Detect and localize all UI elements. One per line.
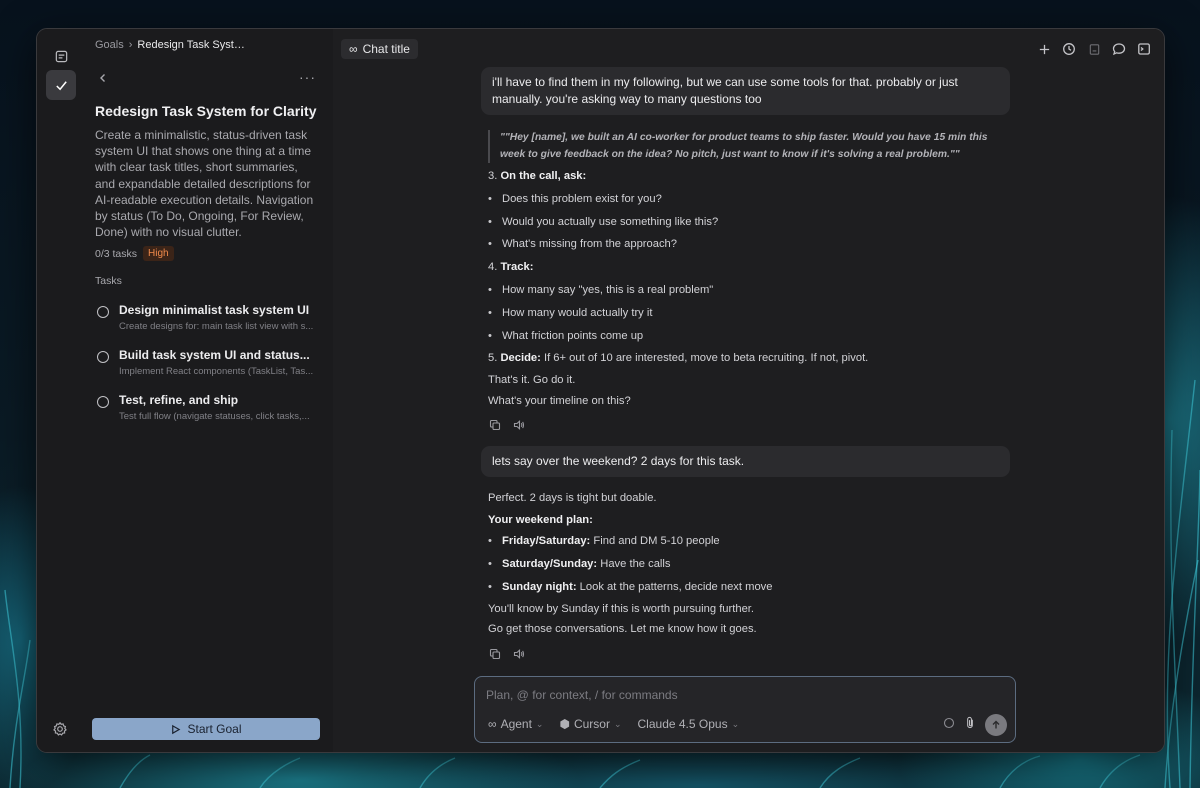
breadcrumb-current: Redesign Task Syst… xyxy=(137,39,245,51)
cube-icon: ⬢ xyxy=(559,717,570,731)
mode-label: Agent xyxy=(500,717,532,731)
user-message: i'll have to find them in my following, … xyxy=(481,67,1010,115)
chevron-right-icon: › xyxy=(128,39,133,51)
agent-mode-select[interactable]: ∞ Agent ⌄ xyxy=(488,717,543,731)
plan-heading-text: Your weekend plan: xyxy=(488,514,593,526)
task-status-circle-icon[interactable] xyxy=(97,396,109,408)
task-title: Build task system UI and status... xyxy=(119,348,310,362)
speaker-icon[interactable] xyxy=(513,418,525,436)
model-select[interactable]: Claude 4.5 Opus ⌄ xyxy=(638,717,740,731)
back-chevron-icon[interactable] xyxy=(97,71,109,89)
step-heading: Decide: xyxy=(500,352,541,364)
app-window: Goals › Redesign Task Syst… ··· Redesign… xyxy=(36,28,1165,753)
list-item: Would you actually use something like th… xyxy=(488,216,718,228)
notes-icon[interactable] xyxy=(46,41,76,71)
chat-toolbar xyxy=(1036,41,1152,57)
tasks-heading: Tasks xyxy=(95,275,122,287)
copy-icon[interactable] xyxy=(489,647,501,665)
chevron-down-icon: ⌄ xyxy=(613,718,622,729)
task-title: Test, refine, and ship xyxy=(119,393,239,407)
list-item: How many say "yes, this is a real proble… xyxy=(488,284,713,296)
chat-bubble-icon[interactable] xyxy=(1111,41,1127,57)
step-number: 3. xyxy=(488,170,498,182)
task-summary: Create designs for: main task list view … xyxy=(119,321,314,332)
task-count: 0/3 tasks xyxy=(95,247,138,260)
plan-text: Find and DM 5-10 people xyxy=(590,535,720,547)
provider-select[interactable]: ⬢ Cursor ⌄ xyxy=(559,717,621,731)
provider-label: Cursor xyxy=(573,717,610,731)
step-4: 4. Track: xyxy=(488,261,533,273)
list-item: How many would actually try it xyxy=(488,307,652,319)
step-5: 5. Decide: If 6+ out of 10 are intereste… xyxy=(488,352,868,364)
outro-text: That's it. Go do it. xyxy=(488,374,576,386)
start-goal-label: Start Goal xyxy=(187,722,242,736)
history-clock-icon[interactable] xyxy=(1061,41,1077,57)
list-item: Saturday/Sunday: Have the calls xyxy=(488,558,671,570)
status-circle-icon[interactable] xyxy=(943,716,955,734)
composer-input[interactable]: Plan, @ for context, / for commands xyxy=(486,688,678,702)
plus-icon[interactable] xyxy=(1036,41,1052,57)
chat-title: Chat title xyxy=(362,42,410,56)
model-label: Claude 4.5 Opus xyxy=(637,717,728,731)
goal-description: Create a minimalistic, status-driven tas… xyxy=(95,128,314,240)
closing-text: Go get those conversations. Let me know … xyxy=(488,623,757,635)
message-composer[interactable]: Plan, @ for context, / for commands ∞ Ag… xyxy=(474,676,1016,743)
step-number: 5. xyxy=(488,352,498,364)
list-item: What's missing from the approach? xyxy=(488,238,677,250)
task-title: Design minimalist task system UI xyxy=(119,303,310,317)
quote-block: ""Hey [name], we built an AI co-worker f… xyxy=(488,130,1003,163)
task-summary: Test full flow (navigate statuses, click… xyxy=(119,411,310,422)
list-item: What friction points come up xyxy=(488,330,643,342)
step-heading: Track: xyxy=(500,261,534,273)
plan-day: Sunday night: xyxy=(502,581,577,593)
plan-day: Saturday/Sunday: xyxy=(502,558,598,570)
priority-badge: High xyxy=(143,246,174,261)
settings-gear-icon[interactable] xyxy=(52,721,68,742)
step-text: If 6+ out of 10 are interested, move to … xyxy=(540,352,869,364)
play-icon xyxy=(172,724,181,734)
step-number: 4. xyxy=(488,261,498,273)
task-status-circle-icon[interactable] xyxy=(97,351,109,363)
plan-day: Friday/Saturday: xyxy=(502,535,591,547)
step-heading: On the call, ask: xyxy=(500,170,587,182)
start-goal-button[interactable]: Start Goal xyxy=(92,718,320,740)
reply-intro: Perfect. 2 days is tight but doable. xyxy=(488,492,657,504)
closing-text: You'll know by Sunday if this is worth p… xyxy=(488,603,755,615)
message-actions xyxy=(489,418,525,436)
chevron-down-icon: ⌄ xyxy=(535,718,544,729)
list-item: Friday/Saturday: Find and DM 5-10 people xyxy=(488,535,720,547)
infinity-icon: ∞ xyxy=(488,717,497,731)
user-message: lets say over the weekend? 2 days for th… xyxy=(481,446,1010,477)
chat-area: ∞ Chat title i'll have to find them in m… xyxy=(333,29,1164,752)
more-options-icon[interactable]: ··· xyxy=(299,69,316,85)
plan-text: Have the calls xyxy=(597,558,671,570)
document-icon[interactable] xyxy=(1086,41,1102,57)
message-actions xyxy=(489,647,525,665)
goals-check-icon[interactable] xyxy=(46,70,76,100)
list-item: Sunday night: Look at the patterns, deci… xyxy=(488,581,772,593)
icon-rail xyxy=(37,29,85,752)
chevron-down-icon: ⌄ xyxy=(731,718,740,729)
breadcrumb-goals[interactable]: Goals xyxy=(95,39,124,51)
outro-question: What's your timeline on this? xyxy=(488,395,631,407)
chat-title-pill[interactable]: ∞ Chat title xyxy=(341,39,418,59)
attachment-paperclip-icon[interactable] xyxy=(964,716,976,734)
list-item: Does this problem exist for you? xyxy=(488,193,662,205)
step-3: 3. On the call, ask: xyxy=(488,170,586,182)
task-summary: Implement React components (TaskList, Ta… xyxy=(119,366,314,377)
composer-actions xyxy=(943,714,1007,736)
plan-heading: Your weekend plan: xyxy=(488,514,593,526)
copy-icon[interactable] xyxy=(489,418,501,436)
goal-panel: Goals › Redesign Task Syst… ··· Redesign… xyxy=(85,29,333,752)
speaker-icon[interactable] xyxy=(513,647,525,665)
goal-title: Redesign Task System for Clarity xyxy=(95,103,317,119)
plan-text: Look at the patterns, decide next move xyxy=(576,581,773,593)
task-status-circle-icon[interactable] xyxy=(97,306,109,318)
goal-meta: 0/3 tasks High xyxy=(95,246,174,261)
send-arrow-button[interactable] xyxy=(985,714,1007,736)
composer-options: ∞ Agent ⌄ ⬢ Cursor ⌄ Claude 4.5 Opus ⌄ xyxy=(488,717,739,731)
breadcrumb: Goals › Redesign Task Syst… xyxy=(95,39,245,51)
infinity-icon: ∞ xyxy=(349,42,358,56)
terminal-icon[interactable] xyxy=(1136,41,1152,57)
